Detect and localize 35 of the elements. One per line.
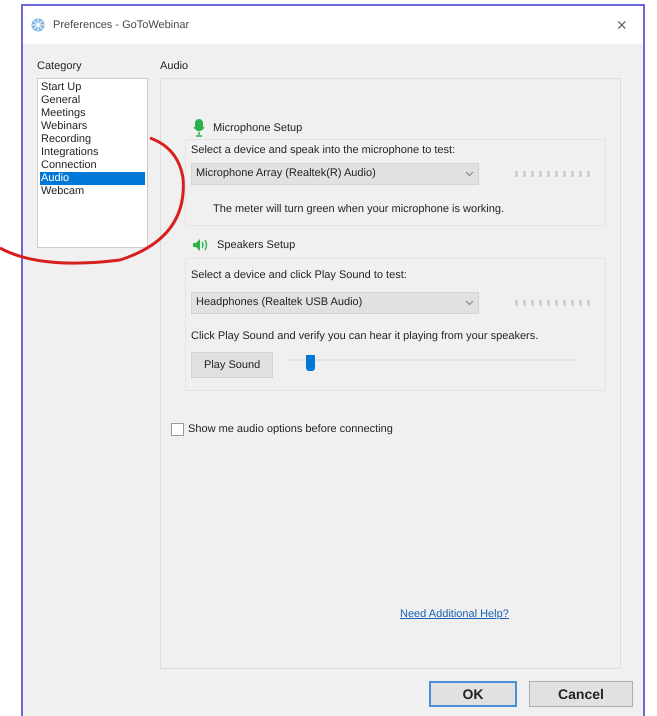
- instruction-text: Select a device and click Play Sound to test:: [191, 268, 408, 283]
- section-heading: Microphone Setup: [213, 120, 302, 136]
- dialog-button[interactable]: Cancel: [529, 681, 633, 707]
- speaker-icon: [193, 239, 209, 251]
- device-dropdown[interactable]: Headphones (Realtek USB Audio): [191, 292, 479, 314]
- category-label: Category: [37, 59, 83, 74]
- category-item[interactable]: Webinars: [40, 120, 145, 133]
- close-button[interactable]: ×: [608, 16, 635, 34]
- category-item[interactable]: Connection: [40, 159, 145, 172]
- section-heading: Speakers Setup: [217, 238, 296, 253]
- chevron-down-icon: [465, 170, 474, 176]
- category-item[interactable]: Webcam: [40, 185, 145, 198]
- checkbox-label: Show me audio options before connecting: [188, 422, 393, 437]
- checkbox[interactable]: [171, 422, 184, 436]
- window-title: Preferences - GoToWebinar: [53, 18, 190, 33]
- dialog-button[interactable]: OK: [429, 681, 517, 707]
- category-item[interactable]: Integrations: [40, 146, 145, 159]
- chevron-down-icon: [465, 300, 474, 306]
- category-item[interactable]: General: [40, 94, 145, 107]
- instruction-text: Select a device and speak into the microphone to test:: [191, 143, 456, 158]
- hint-text: The meter will turn green when your microphone is working.: [213, 202, 506, 216]
- microphone-icon: [193, 119, 205, 137]
- app-logo-icon: [31, 18, 45, 32]
- category-item[interactable]: Start Up: [40, 81, 145, 94]
- level-meter-icon: [515, 298, 591, 306]
- slider-thumb[interactable]: [306, 355, 316, 371]
- category-item[interactable]: Recording: [40, 133, 145, 146]
- device-dropdown[interactable]: Microphone Array (Realtek(R) Audio): [191, 162, 479, 184]
- play-sound-button[interactable]: Play Sound: [191, 352, 274, 378]
- help-link[interactable]: Need Additional Help?: [400, 606, 606, 622]
- level-meter-icon: [515, 170, 591, 178]
- hint-text: Click Play Sound and verify you can hear it playing from your speakers.: [191, 328, 540, 344]
- category-item[interactable]: Audio: [40, 172, 145, 185]
- category-item[interactable]: Meetings: [40, 107, 145, 120]
- panel-title: Audio: [160, 59, 190, 74]
